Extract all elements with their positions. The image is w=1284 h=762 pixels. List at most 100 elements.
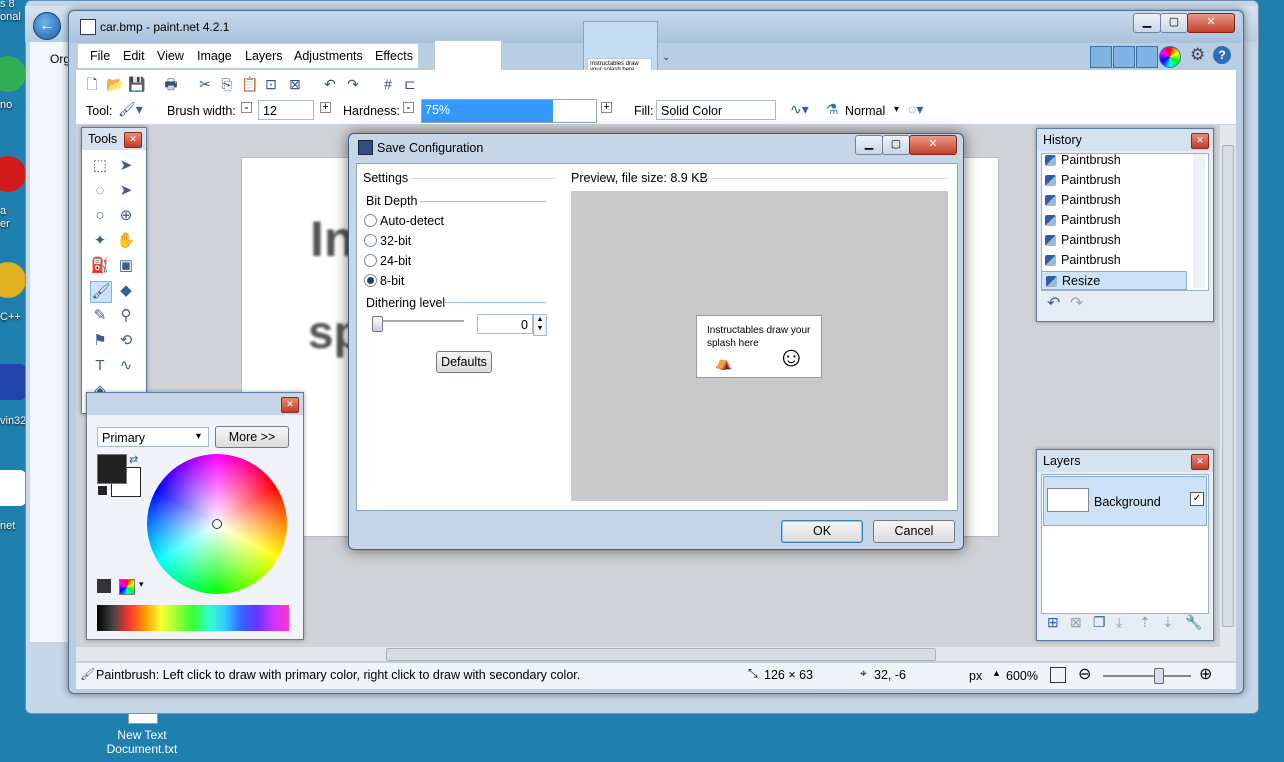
colors-close-icon[interactable]: ✕ xyxy=(281,397,299,413)
dithering-spinner[interactable]: ▲ ▼ xyxy=(533,314,547,336)
tab-dropdown-icon[interactable]: ⌄ xyxy=(662,52,670,63)
radio-32-bit-label[interactable]: 32-bit xyxy=(380,234,411,248)
rectangle-select-icon[interactable]: ⬚ xyxy=(90,156,110,176)
move-selected-icon[interactable]: ➤ xyxy=(116,181,136,201)
history-item[interactable]: Paintbrush xyxy=(1041,151,1187,170)
unit-dropdown-icon[interactable]: ▲ xyxy=(992,668,1001,678)
blend-mode-select[interactable]: Normal xyxy=(845,104,885,118)
layers-close-icon[interactable]: ✕ xyxy=(1191,454,1209,470)
history-close-icon[interactable]: ✕ xyxy=(1191,133,1209,149)
add-layer-icon[interactable]: ⊞ xyxy=(1047,614,1059,631)
desktop-icon-a[interactable] xyxy=(0,56,26,92)
history-item[interactable]: Paintbrush xyxy=(1041,171,1187,190)
desktop-icon-c[interactable] xyxy=(0,262,26,298)
tools-toggle-icon[interactable] xyxy=(1090,46,1112,68)
move-selection-icon[interactable]: ➤ xyxy=(116,156,136,176)
decrease-width-icon[interactable]: - xyxy=(241,101,252,113)
antialias-icon[interactable]: ∿▾ xyxy=(790,101,809,118)
zoom-out-icon[interactable]: ⊖ xyxy=(1078,664,1091,684)
history-item[interactable]: Paintbrush xyxy=(1041,251,1187,270)
dialog-maximize-button[interactable]: ▢ xyxy=(882,135,910,155)
menu-image[interactable]: Image xyxy=(197,49,232,63)
menu-edit[interactable]: Edit xyxy=(123,49,145,63)
grid-icon[interactable]: # xyxy=(380,76,396,92)
paintbrush-icon[interactable]: 🖌 xyxy=(90,281,112,303)
settings-gear-icon[interactable]: ⚙ xyxy=(1190,45,1205,65)
print-icon[interactable]: 🖶 xyxy=(163,76,179,92)
swap-colors-icon[interactable]: ⇄ xyxy=(129,453,138,466)
close-button[interactable]: ✕ xyxy=(1187,13,1235,33)
selection-mode-icon[interactable]: ◌▾ xyxy=(908,101,923,118)
back-button[interactable]: ← xyxy=(33,12,61,40)
menu-view[interactable]: View xyxy=(157,49,184,63)
menu-file[interactable]: File xyxy=(90,49,110,63)
hardness-slider[interactable]: 75% xyxy=(421,99,597,123)
defaults-button[interactable]: Defaults xyxy=(436,351,492,373)
paste-icon[interactable]: 📋 xyxy=(241,76,258,92)
desktop-icon-b[interactable] xyxy=(0,156,26,192)
vertical-scrollbar[interactable] xyxy=(1220,125,1236,647)
radio-32-bit[interactable] xyxy=(364,234,377,247)
layers-toggle-icon[interactable] xyxy=(1136,46,1158,68)
desktop-icon-e[interactable] xyxy=(0,470,26,506)
crop-icon[interactable]: ⊡ xyxy=(263,76,279,92)
colors-toggle-icon[interactable] xyxy=(1159,46,1181,68)
layer-visibility-checkbox[interactable]: ✓ xyxy=(1190,492,1204,506)
history-toggle-icon[interactable] xyxy=(1113,46,1135,68)
dithering-value-input[interactable]: 0 xyxy=(477,314,533,334)
tools-close-icon[interactable]: ✕ xyxy=(124,132,142,148)
color-palette[interactable] xyxy=(97,605,289,631)
dithering-slider-track[interactable] xyxy=(372,320,464,322)
gradient-icon[interactable]: ▣ xyxy=(116,256,136,276)
history-undo-icon[interactable]: ↶ xyxy=(1047,293,1060,313)
fill-select[interactable]: Solid Color xyxy=(656,100,776,120)
magic-wand-icon[interactable]: ✦ xyxy=(90,231,110,251)
ruler-icon[interactable]: ⊏ xyxy=(402,76,418,92)
color-mode-select[interactable]: Primary xyxy=(97,427,209,447)
move-layer-down-icon[interactable]: ⇣ xyxy=(1162,614,1174,631)
lasso-select-icon[interactable]: ◌ xyxy=(90,181,110,201)
radio-24-bit-label[interactable]: 24-bit xyxy=(380,254,411,268)
add-palette-color-icon[interactable] xyxy=(97,579,111,593)
paint-bucket-icon[interactable]: ⛽ xyxy=(90,256,110,276)
color-wheel-marker[interactable] xyxy=(212,519,222,529)
pan-icon[interactable]: ✋ xyxy=(116,231,136,251)
decrease-hardness-icon[interactable]: - xyxy=(403,101,414,113)
radio-8-bit-label[interactable]: 8-bit xyxy=(380,274,404,288)
move-layer-up-icon[interactable]: ⇡ xyxy=(1139,614,1151,631)
history-item[interactable]: Paintbrush xyxy=(1041,191,1187,210)
history-scrollbar[interactable] xyxy=(1193,154,1205,288)
horizontal-scroll-thumb[interactable] xyxy=(386,648,936,661)
increase-width-icon[interactable]: + xyxy=(320,102,331,113)
menu-layers[interactable]: Layers xyxy=(245,49,283,63)
increase-hardness-icon[interactable]: + xyxy=(601,102,612,113)
tool-brush-icon[interactable]: 🖌▾ xyxy=(118,101,143,118)
radio-auto-detect-label[interactable]: Auto-detect xyxy=(380,214,444,228)
history-item[interactable]: Paintbrush xyxy=(1041,211,1187,230)
dialog-close-button[interactable]: ✕ xyxy=(909,135,957,155)
merge-layer-icon[interactable]: ⤓ xyxy=(1116,614,1122,631)
palette-dropdown-icon[interactable]: ▾ xyxy=(139,579,144,590)
help-icon[interactable]: ? xyxy=(1213,46,1231,64)
history-redo-icon[interactable]: ↷ xyxy=(1070,293,1083,313)
redo-icon[interactable]: ↷ xyxy=(345,76,361,92)
fit-window-icon[interactable] xyxy=(1050,667,1066,683)
minimize-button[interactable]: ▁ xyxy=(1133,13,1161,33)
recolor-icon[interactable]: ⟲ xyxy=(116,331,136,351)
pencil-icon[interactable]: ✎ xyxy=(90,306,110,326)
history-item[interactable]: Paintbrush xyxy=(1041,231,1187,250)
clone-stamp-icon[interactable]: ⚑ xyxy=(90,331,110,351)
unit-select[interactable]: px xyxy=(969,669,982,683)
menu-adjustments[interactable]: Adjustments xyxy=(294,49,363,63)
zoom-level[interactable]: 600% xyxy=(1006,669,1038,683)
palette-menu-icon[interactable] xyxy=(119,579,135,595)
history-item-selected[interactable]: Resize xyxy=(1041,271,1187,290)
text-icon[interactable]: T xyxy=(90,356,110,376)
cancel-button[interactable]: Cancel xyxy=(873,520,955,543)
duplicate-layer-icon[interactable]: ❐ xyxy=(1093,614,1106,631)
line-curve-icon[interactable]: ∿ xyxy=(116,356,136,376)
eraser-icon[interactable]: ◆ xyxy=(116,281,136,301)
color-mode-dropdown-icon[interactable]: ▾ xyxy=(196,431,201,442)
vertical-scroll-thumb[interactable] xyxy=(1222,145,1234,627)
ok-button[interactable]: OK xyxy=(781,520,863,543)
